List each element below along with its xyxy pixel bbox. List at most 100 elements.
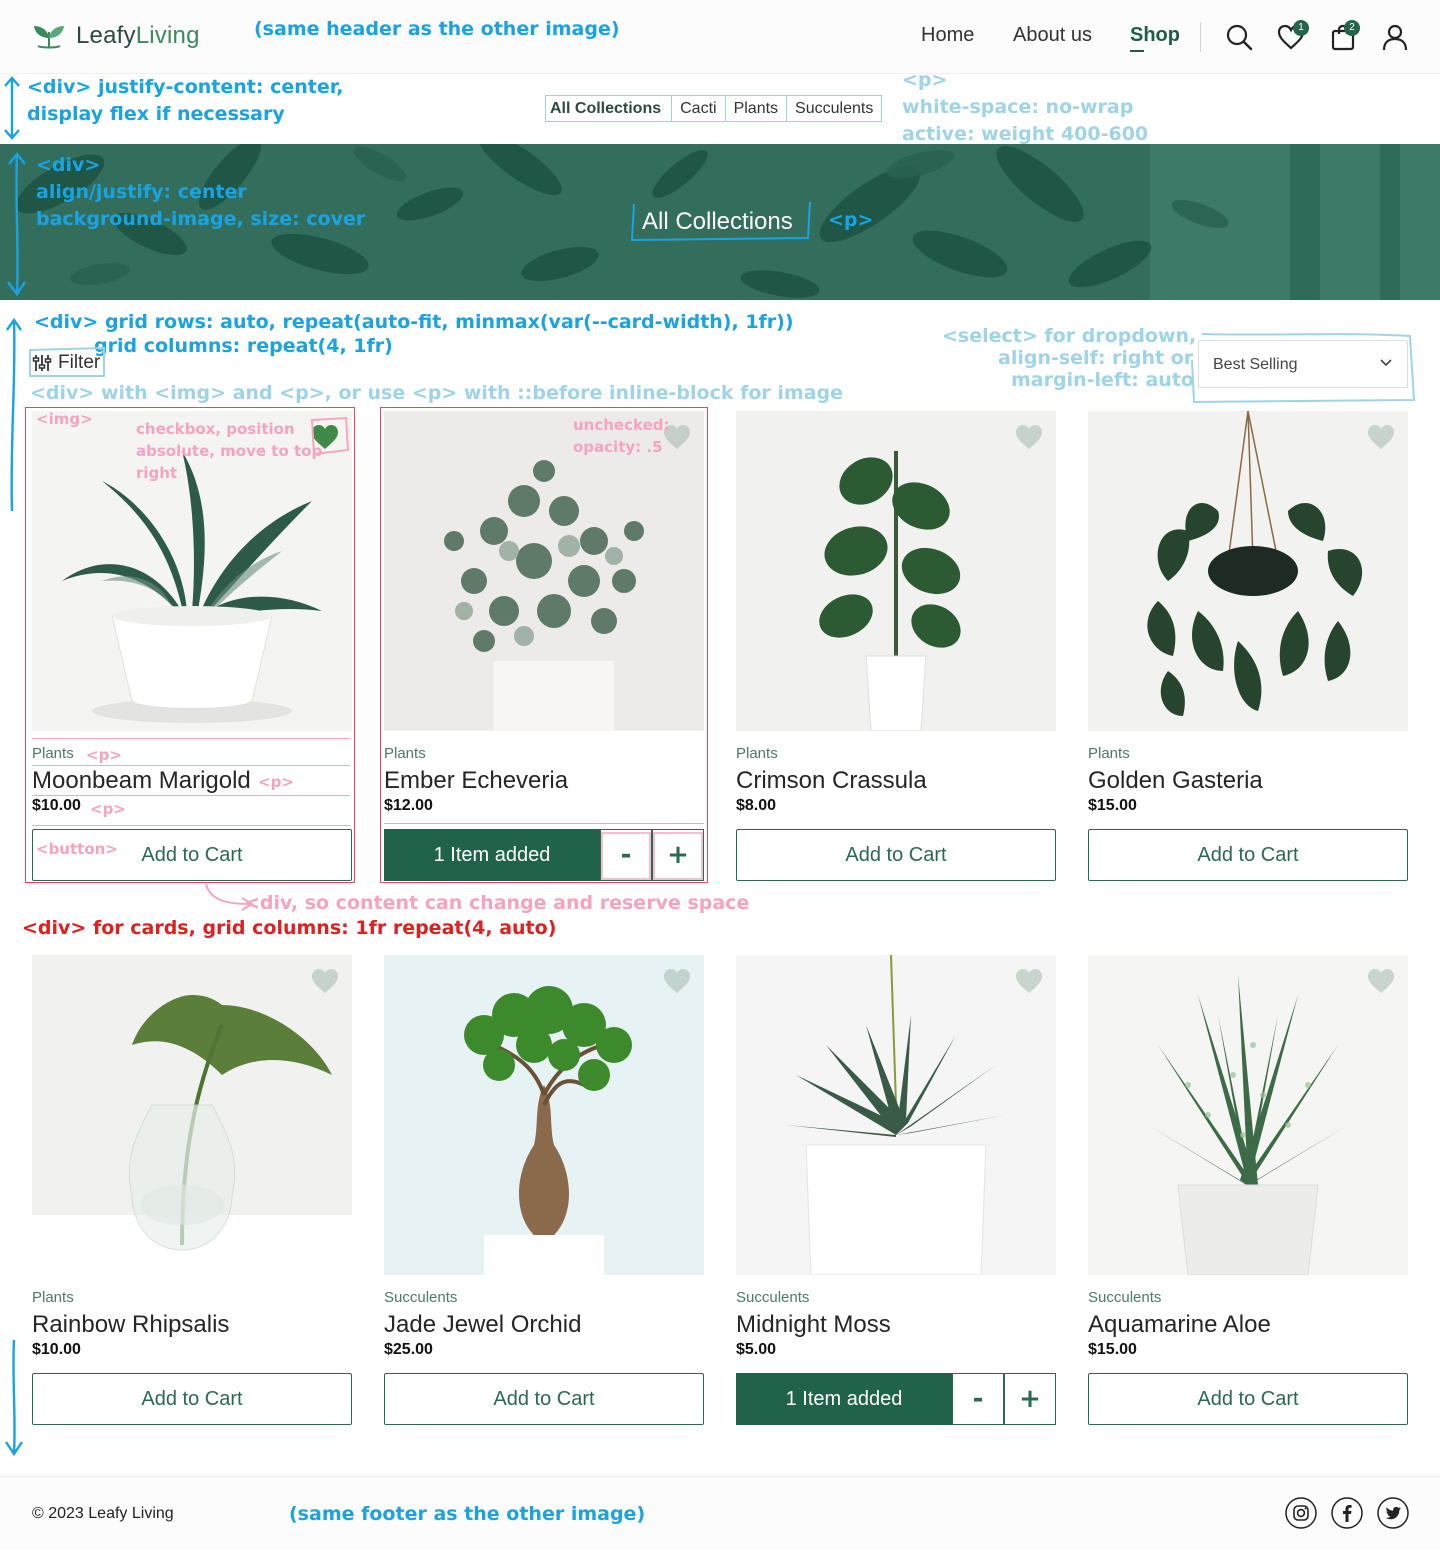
tab-all-collections[interactable]: All Collections	[546, 96, 673, 121]
annotation-grid-arrow-bottom	[5, 1339, 23, 1457]
annotation-hero-arrow	[7, 152, 26, 297]
annotation-reserve-note: <div, so content can change and reserve …	[244, 892, 750, 914]
product-category: Plants	[32, 1289, 74, 1306]
product-card: Plants Crimson Crassula $8.00 Add to Car…	[736, 411, 1056, 881]
product-price: $25.00	[384, 1341, 433, 1358]
product-category: Succulents	[1088, 1289, 1162, 1306]
annotation-qty-outline	[601, 832, 703, 880]
product-name[interactable]: Rainbow Rhipsalis	[32, 1311, 229, 1339]
annotation-card-box	[25, 407, 355, 883]
annotation-divider	[32, 738, 350, 739]
facebook-icon[interactable]	[1331, 1497, 1363, 1529]
annotation-p-tag: <p>	[258, 773, 294, 791]
annotation-img-tag: <img>	[36, 410, 93, 428]
annotation-filter-note: <div> with <img> and <p>, or use <p> wit…	[30, 382, 844, 404]
add-to-cart-button[interactable]: Add to Cart	[736, 829, 1056, 881]
product-category: Succulents	[384, 1289, 458, 1306]
product-name[interactable]: Golden Gasteria	[1088, 767, 1263, 795]
heart-icon	[1368, 969, 1394, 993]
user-icon[interactable]	[1381, 23, 1409, 51]
add-to-cart-button[interactable]: Add to Cart	[32, 1373, 352, 1425]
tab-plants[interactable]: Plants	[726, 96, 788, 121]
nav-shop[interactable]: Shop	[1130, 24, 1180, 47]
increase-quantity-button[interactable]: +	[1004, 1373, 1056, 1425]
annotation-checkbox-3: right	[136, 464, 178, 482]
favorite-toggle[interactable]	[1014, 423, 1044, 451]
leaf-logo-icon	[34, 26, 64, 49]
instagram-icon[interactable]	[1285, 1497, 1317, 1529]
annotation-p-tag: <p>	[86, 746, 122, 764]
product-image[interactable]	[384, 955, 704, 1275]
brand-name: LeafyLiving	[76, 22, 200, 49]
annotation-hero-title-bracket	[630, 201, 811, 242]
cart-count-badge: 2	[1344, 20, 1360, 36]
annotation-tabs-p-2: white-space: no-wrap	[902, 96, 1134, 118]
search-icon[interactable]	[1225, 23, 1253, 51]
nav-divider	[1200, 22, 1201, 52]
heart-icon	[312, 969, 338, 993]
product-image[interactable]	[736, 955, 1056, 1275]
add-to-cart-button[interactable]: Add to Cart	[1088, 1373, 1408, 1425]
product-name[interactable]: Aquamarine Aloe	[1088, 1311, 1271, 1339]
twitter-icon[interactable]	[1377, 1497, 1409, 1529]
annotation-filter-box	[29, 346, 105, 377]
annotation-divider	[32, 825, 350, 826]
product-name[interactable]: Midnight Moss	[736, 1311, 891, 1339]
annotation-cards-note: <div> for cards, grid columns: 1fr repea…	[22, 917, 557, 939]
heart-icon	[1016, 969, 1042, 993]
site-footer: © 2023 Leafy Living	[0, 1476, 1440, 1550]
annotation-p-tag: <p>	[90, 800, 126, 818]
annotation-divider	[32, 795, 350, 796]
product-category: Plants	[1088, 745, 1130, 762]
product-image[interactable]	[1088, 411, 1408, 731]
favorite-toggle[interactable]	[1014, 967, 1044, 995]
annotation-tabs-p-1: <p>	[902, 69, 948, 91]
heart-icon	[664, 969, 690, 993]
nav-about[interactable]: About us	[1013, 24, 1092, 47]
annotation-grid-arrow-top	[6, 317, 22, 512]
product-image[interactable]	[1088, 955, 1408, 1275]
product-category: Plants	[736, 745, 778, 762]
product-card: Plants Rainbow Rhipsalis $10.00 Add to C…	[32, 955, 352, 1425]
product-price: $15.00	[1088, 797, 1137, 814]
annotation-unchecked-1: unchecked:	[573, 416, 670, 434]
favorite-toggle[interactable]	[310, 967, 340, 995]
heart-icon	[1368, 425, 1394, 449]
product-card: Plants Golden Gasteria $15.00 Add to Car…	[1088, 411, 1408, 881]
collection-tabs: All Collections Cacti Plants Succulents	[545, 95, 883, 122]
annotation-header-note: (same header as the other image)	[254, 18, 620, 40]
add-to-cart-button[interactable]: Add to Cart	[1088, 829, 1408, 881]
annotation-hero-p: <p>	[828, 209, 874, 231]
product-image[interactable]	[32, 955, 352, 1275]
nav-active-indicator	[1130, 50, 1144, 52]
product-price: $8.00	[736, 797, 777, 814]
nav-home[interactable]: Home	[921, 24, 974, 47]
annotation-footer-note: (same footer as the other image)	[289, 1503, 646, 1525]
annotation-select-3: margin-left: auto	[1011, 369, 1194, 391]
add-to-cart-button[interactable]: Add to Cart	[384, 1373, 704, 1425]
decrease-quantity-button[interactable]: -	[952, 1373, 1004, 1425]
annotation-tabs-div-1: <div> justify-content: center,	[27, 76, 344, 98]
annotation-hero-1: <div>	[36, 154, 101, 176]
cart-quantity-control: 1 Item added - +	[736, 1373, 1056, 1425]
annotation-divider	[384, 823, 704, 824]
product-name[interactable]: Crimson Crassula	[736, 767, 927, 795]
site-header: LeafyLiving Home About us Shop 1 2	[0, 0, 1440, 74]
product-price: $5.00	[736, 1341, 777, 1358]
product-price: $10.00	[32, 1341, 81, 1358]
favorite-toggle[interactable]	[662, 967, 692, 995]
logo[interactable]: LeafyLiving	[32, 22, 200, 50]
favorite-toggle[interactable]	[1366, 423, 1396, 451]
tab-cacti[interactable]: Cacti	[672, 96, 726, 121]
annotation-tabs-div-2: display flex if necessary	[27, 103, 285, 125]
favorite-toggle[interactable]	[1366, 967, 1396, 995]
heart-icon	[1016, 425, 1042, 449]
annotation-tabs-arrow	[4, 76, 20, 140]
product-name[interactable]: Jade Jewel Orchid	[384, 1311, 581, 1339]
item-added-button[interactable]: 1 Item added	[736, 1373, 952, 1425]
copyright-text: © 2023 Leafy Living	[32, 1505, 174, 1522]
tab-succulents[interactable]: Succulents	[787, 96, 881, 121]
annotation-grid-2: grid columns: repeat(4, 1fr)	[94, 335, 393, 357]
product-image[interactable]	[736, 411, 1056, 731]
annotation-button-tag: <button>	[36, 840, 118, 858]
